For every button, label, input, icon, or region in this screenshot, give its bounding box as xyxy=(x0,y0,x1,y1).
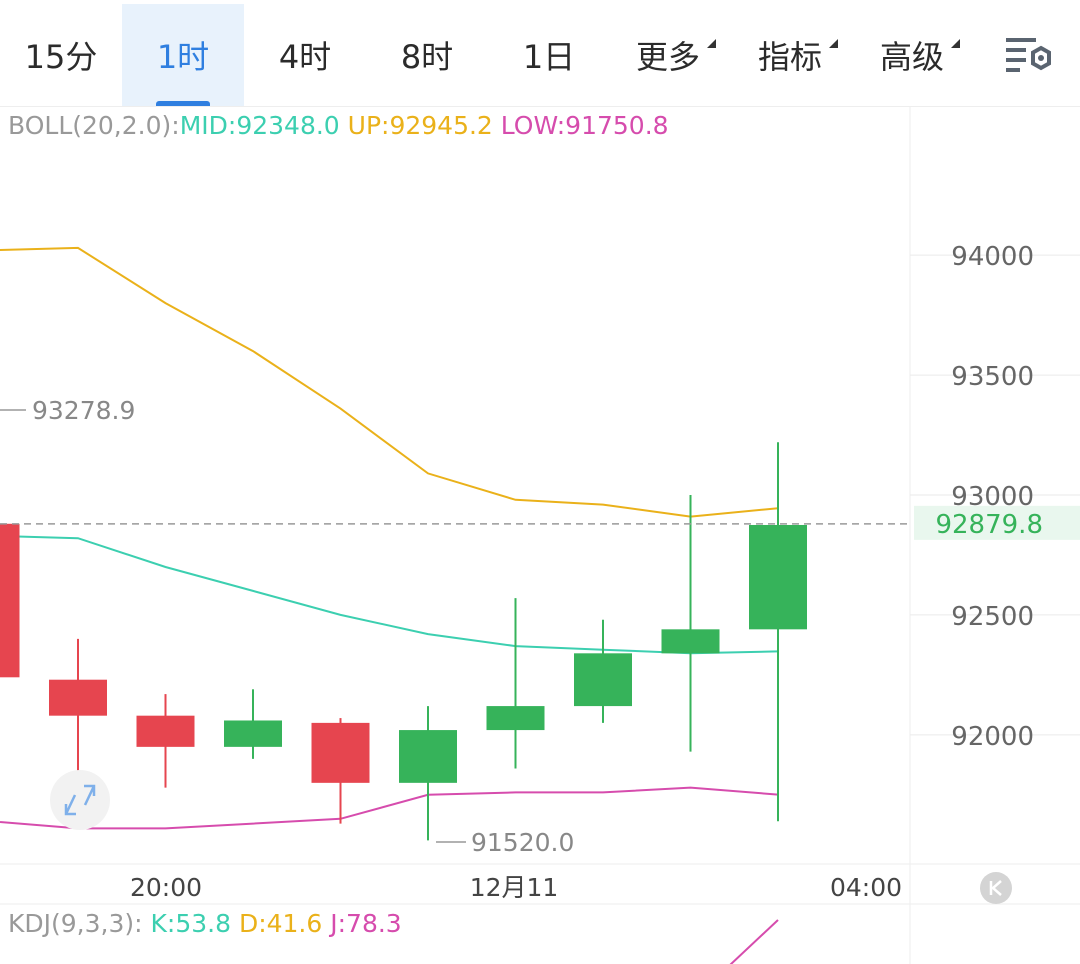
x-tick-label: 12月11 xyxy=(470,873,559,902)
y-tick-label: 93500 xyxy=(951,362,1034,392)
boll-upper-band xyxy=(0,246,779,518)
boll-low-value: LOW:91750.8 xyxy=(493,111,669,140)
dropdown-triangle-icon xyxy=(951,39,960,48)
tab-3[interactable]: 4时 xyxy=(244,4,366,106)
tab-label: 高级 xyxy=(880,32,960,78)
current-price-label: 92879.8 xyxy=(935,510,1043,540)
expand-icon-background xyxy=(50,770,110,830)
boll-label: BOLL(20,2.0): xyxy=(8,111,180,140)
y-tick-label: 92000 xyxy=(951,722,1034,752)
kdj-legend: KDJ(9,3,3): K:53.8 D:41.6 J:78.3 xyxy=(8,909,402,938)
boll-middle-band xyxy=(0,535,779,655)
boll-legend: BOLL(20,2.0):MID:92348.0 UP:92945.2 LOW:… xyxy=(8,111,669,140)
tab-4[interactable]: 8时 xyxy=(366,4,488,106)
x-tick-label: 20:00 xyxy=(130,873,202,902)
candle-body[interactable] xyxy=(749,524,807,630)
chart-settings-icon[interactable] xyxy=(1000,36,1058,78)
candlestick-chart[interactable]: 940009350093000925009200020:00 12月11 04:00… xyxy=(0,106,1080,964)
boll-up-value: UP:92945.2 xyxy=(340,111,493,140)
tab-5[interactable]: 1日 xyxy=(488,4,610,106)
tab-7[interactable]: 指标 xyxy=(732,4,848,106)
tab-label: 4时 xyxy=(278,38,332,76)
candle-body[interactable] xyxy=(224,720,282,747)
kdj-label: KDJ(9,3,3): xyxy=(8,909,143,938)
tab-label: 更多 xyxy=(636,32,716,78)
kdj-d-value: D:41.6 xyxy=(231,909,322,938)
tab-1[interactable]: 15分 xyxy=(0,4,122,106)
candle-body[interactable] xyxy=(311,722,370,783)
tab-label: 8时 xyxy=(400,38,454,76)
tab-6[interactable]: 更多 xyxy=(610,4,726,106)
candle-body[interactable] xyxy=(574,653,632,707)
tab-label: 指标 xyxy=(758,32,838,78)
high-price-label: 93278.9 xyxy=(32,396,135,425)
low-price-label: 91520.0 xyxy=(471,828,574,857)
kdj-j-line xyxy=(729,919,779,964)
tab-label: 1时 xyxy=(156,38,210,76)
boll-lower-band xyxy=(0,786,779,830)
timeframe-tab-bar: 15分 1时 4时 8时 1日 更多 指标 高级 xyxy=(0,0,1080,106)
x-tick-label: 04:00 xyxy=(830,873,902,902)
candle-body[interactable] xyxy=(0,523,20,678)
scroll-to-latest-icon[interactable] xyxy=(980,872,1012,904)
y-tick-label: 92500 xyxy=(951,602,1034,632)
tab-label: 1日 xyxy=(522,38,576,76)
scroll-icon-background xyxy=(980,872,1012,904)
dropdown-triangle-icon xyxy=(707,39,716,48)
tab-2[interactable]: 1时 xyxy=(122,4,244,106)
tab-8[interactable]: 高级 xyxy=(854,4,970,106)
y-tick-label: 94000 xyxy=(951,242,1034,272)
tab-label: 15分 xyxy=(24,38,98,76)
candle-body[interactable] xyxy=(486,706,545,731)
dropdown-triangle-icon xyxy=(829,39,838,48)
kdj-k-value: K:53.8 xyxy=(143,909,231,938)
boll-mid-value: MID:92348.0 xyxy=(180,111,340,140)
expand-arrows-icon[interactable] xyxy=(50,770,110,830)
candle-body[interactable] xyxy=(49,679,107,716)
candle-body[interactable] xyxy=(136,715,195,747)
candle-body[interactable] xyxy=(399,730,457,783)
kdj-j-value: J:78.3 xyxy=(322,909,401,938)
candle-body[interactable] xyxy=(661,629,720,654)
